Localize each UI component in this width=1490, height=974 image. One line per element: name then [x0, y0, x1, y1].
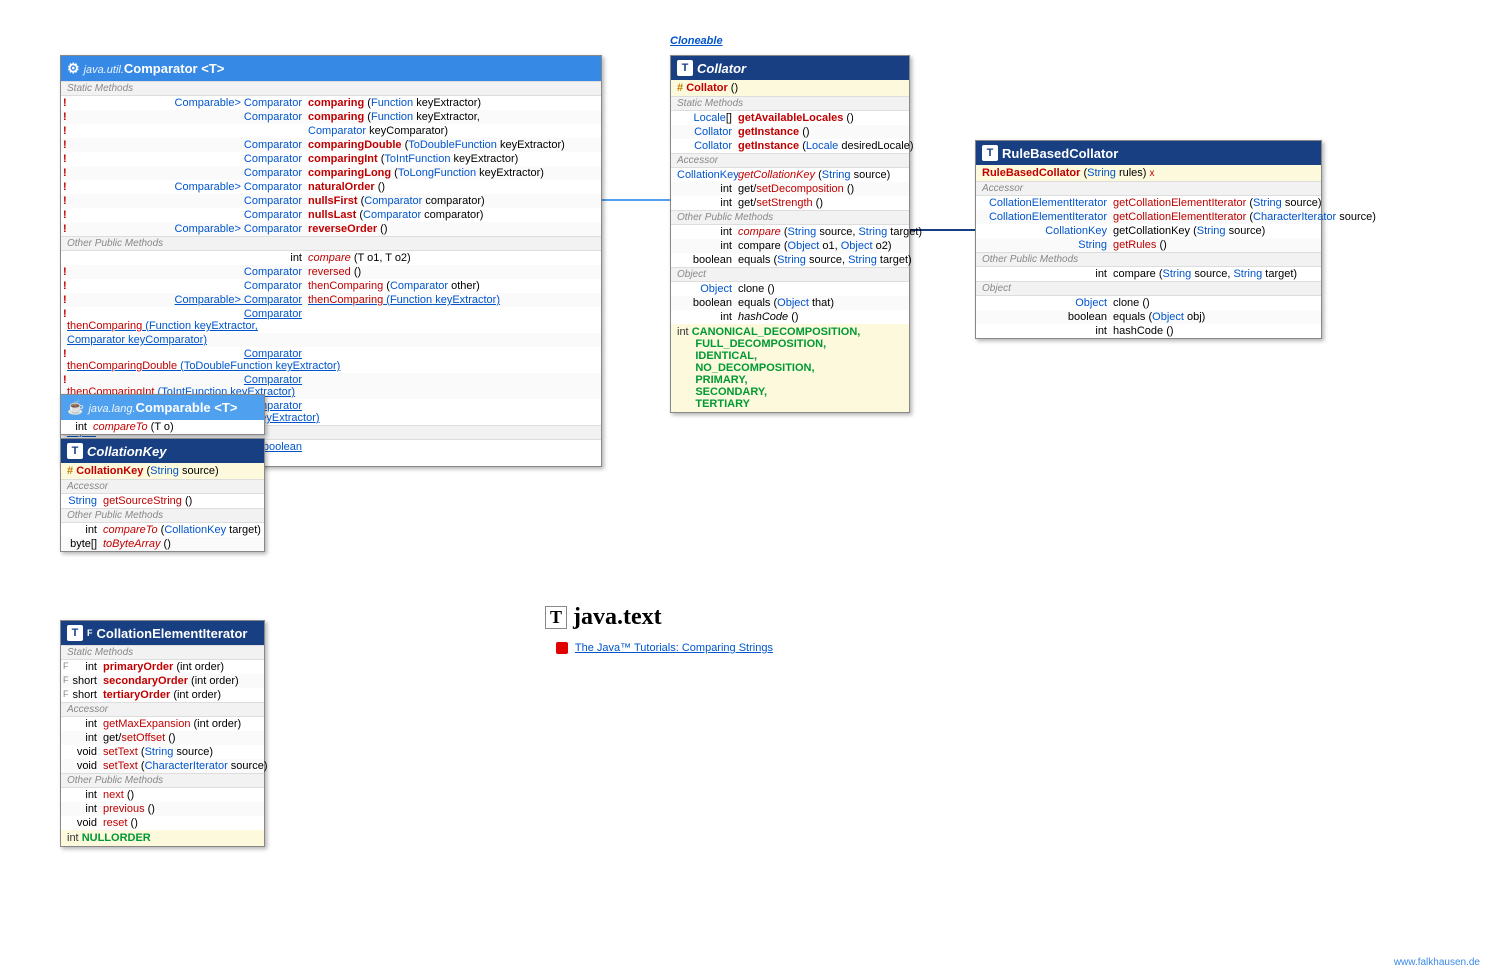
method-row: FshortsecondaryOrder (int order)	[61, 674, 264, 688]
method-row: intget/setDecomposition ()	[671, 182, 909, 196]
method-row: CollationElementIteratorgetCollationElem…	[976, 196, 1321, 210]
method-row: !Comparator keyComparator)	[61, 124, 601, 138]
section-header: Other Public Methods	[61, 236, 601, 251]
section-header: Accessor	[671, 153, 909, 168]
method-row: inthashCode ()	[976, 324, 1321, 338]
method-row: !Comparable> ComparatorreverseOrder ()	[61, 222, 601, 236]
method-row: ! Comparatorcomparing (Function keyExtra…	[61, 110, 601, 124]
section-header: Other Public Methods	[671, 210, 909, 225]
method-row: Comparator keyComparator)	[61, 333, 601, 347]
rulebasedcollator-class-box: T RuleBasedCollator RuleBasedCollator (S…	[975, 140, 1322, 339]
class-icon: T	[982, 145, 998, 161]
method-row: voidreset ()	[61, 816, 264, 830]
section-header: Accessor	[976, 181, 1321, 196]
ckey-constructor: # CollationKey (String source)	[61, 463, 264, 479]
interface-icon: ☕	[67, 399, 84, 416]
section-header: Static Methods	[671, 96, 909, 111]
method-row: ! ComparatornullsLast (Comparator compar…	[61, 208, 601, 222]
method-row: intcompareTo (T o)	[61, 420, 264, 434]
section-header: Object	[671, 267, 909, 282]
section-header: Other Public Methods	[61, 508, 264, 523]
method-row: voidsetText (CharacterIterator source)	[61, 759, 264, 773]
abstract-class-icon: T	[67, 443, 83, 459]
section-header: Static Methods	[61, 81, 601, 96]
final-class-icon: T	[67, 625, 83, 641]
section-header: Object	[976, 281, 1321, 296]
method-row: intcompare (Object o1, Object o2)	[671, 239, 909, 253]
tutorial-link[interactable]: The Java™ Tutorials: Comparing Strings	[575, 642, 773, 654]
method-row: byte[]toByteArray ()	[61, 537, 264, 551]
footer-credit: www.falkhausen.de	[1394, 957, 1480, 968]
method-row: intprevious ()	[61, 802, 264, 816]
method-row: intget/setStrength ()	[671, 196, 909, 210]
collator-class-box: T Collator # Collator () Static MethodsL…	[670, 55, 910, 413]
tutorial-row: The Java™ Tutorials: Comparing Strings	[556, 642, 773, 654]
comparable-class-box: ☕ java.lang.Comparable <T> intcompareTo …	[60, 394, 265, 435]
interface-icon: ⚙	[67, 60, 80, 77]
method-row: voidsetText (String source)	[61, 745, 264, 759]
method-row: CollationKeygetCollationKey (String sour…	[976, 224, 1321, 238]
section-header: Other Public Methods	[976, 252, 1321, 267]
abstract-class-icon: T	[677, 60, 693, 76]
method-row: !Comparable> ComparatorthenComparing (Fu…	[61, 293, 601, 307]
method-row: StringgetRules ()	[976, 238, 1321, 252]
method-row: ! ComparatornullsFirst (Comparator compa…	[61, 194, 601, 208]
method-row: intget/setOffset ()	[61, 731, 264, 745]
rbc-header: T RuleBasedCollator	[976, 141, 1321, 165]
cei-header: T F CollationElementIterator	[61, 621, 264, 645]
package-icon: T	[545, 606, 567, 629]
method-row: CollationKeygetCollationKey (String sour…	[671, 168, 909, 182]
collator-constructor: # Collator ()	[671, 80, 909, 96]
method-row: ! ComparatorthenComparing (Function keyE…	[61, 307, 601, 333]
method-row: intgetMaxExpansion (int order)	[61, 717, 264, 731]
method-row: CollatorgetInstance ()	[671, 125, 909, 139]
method-row: Locale[]getAvailableLocales ()	[671, 111, 909, 125]
method-row: FintprimaryOrder (int order)	[61, 660, 264, 674]
method-row: !Comparatorreversed ()	[61, 265, 601, 279]
method-row: Objectclone ()	[976, 296, 1321, 310]
method-row: !ComparatorthenComparingDouble (ToDouble…	[61, 347, 601, 373]
method-row: !Comparable> ComparatornaturalOrder ()	[61, 180, 601, 194]
collationelementiterator-class-box: T F CollationElementIterator Static Meth…	[60, 620, 265, 847]
method-row: FshorttertiaryOrder (int order)	[61, 688, 264, 702]
section-header: Static Methods	[61, 645, 264, 660]
method-row: booleanequals (Object obj)	[976, 310, 1321, 324]
section-header: Accessor	[61, 702, 264, 717]
method-row: intcompare (T o1, T o2)	[61, 251, 601, 265]
method-row: intcompareTo (CollationKey target)	[61, 523, 264, 537]
oracle-icon	[556, 642, 568, 654]
cloneable-link[interactable]: Cloneable	[670, 35, 723, 47]
rbc-constructor: RuleBasedCollator (String rules) x	[976, 165, 1321, 181]
method-row: ! ComparatorcomparingInt (ToIntFunction …	[61, 152, 601, 166]
method-row: intnext ()	[61, 788, 264, 802]
method-row: StringgetSourceString ()	[61, 494, 264, 508]
collationkey-class-box: T CollationKey # CollationKey (String so…	[60, 438, 265, 552]
method-row: booleanequals (String source, String tar…	[671, 253, 909, 267]
method-row: intcompare (String source, String target…	[671, 225, 909, 239]
method-row: Objectclone ()	[671, 282, 909, 296]
comparator-header: ⚙ java.util.Comparator <T>	[61, 56, 601, 81]
section-header: Accessor	[61, 479, 264, 494]
method-row: ! ComparatorcomparingLong (ToLongFunctio…	[61, 166, 601, 180]
method-row: inthashCode ()	[671, 310, 909, 324]
comparable-header: ☕ java.lang.Comparable <T>	[61, 395, 264, 420]
method-row: CollationElementIteratorgetCollationElem…	[976, 210, 1321, 224]
section-header: Other Public Methods	[61, 773, 264, 788]
collator-header: T Collator	[671, 56, 909, 80]
method-row: !ComparatorthenComparing (Comparator oth…	[61, 279, 601, 293]
collator-constants: int CANONICAL_DECOMPOSITION, FULL_DECOMP…	[671, 324, 909, 412]
method-row: booleanequals (Object that)	[671, 296, 909, 310]
cei-constants: int NULLORDER	[61, 830, 264, 846]
ckey-header: T CollationKey	[61, 439, 264, 463]
method-row: intcompare (String source, String target…	[976, 267, 1321, 281]
package-title: Tjava.text	[545, 604, 662, 631]
method-row: ! ComparatorcomparingDouble (ToDoubleFun…	[61, 138, 601, 152]
method-row: CollatorgetInstance (Locale desiredLocal…	[671, 139, 909, 153]
method-row: !Comparable> Comparatorcomparing (Functi…	[61, 96, 601, 110]
